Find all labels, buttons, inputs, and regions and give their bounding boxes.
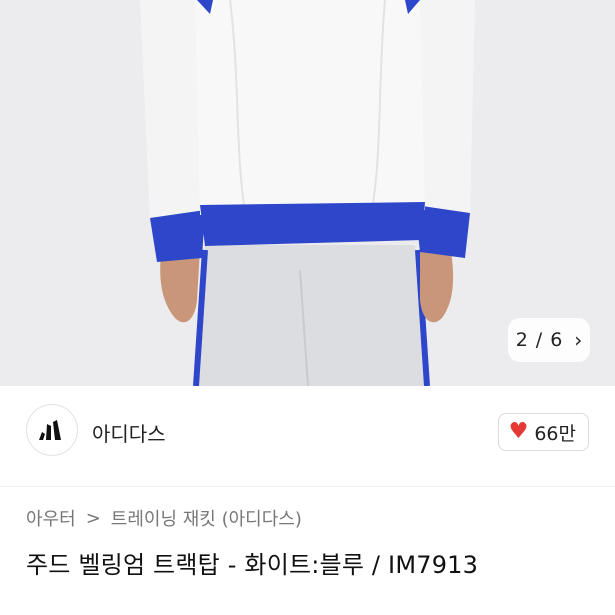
seller-avatar[interactable] (26, 404, 78, 456)
chevron-right-icon[interactable]: › (574, 330, 582, 350)
heart-icon: ♥ (508, 419, 529, 444)
breadcrumb-category[interactable]: 아우터 (26, 505, 76, 531)
like-button[interactable]: ♥ 66만 (497, 413, 589, 451)
breadcrumb-subcategory[interactable]: 트레이닝 재킷 (아디다스) (111, 505, 302, 531)
product-title: 주드 벨링엄 트랙탑 - 화이트:블루 / IM7913 (26, 551, 479, 579)
breadcrumb-separator: > (85, 507, 101, 529)
adidas-logo-icon (39, 420, 61, 440)
breadcrumb: 아우터 > 트레이닝 재킷 (아디다스) (26, 505, 302, 531)
seller-row: 아디다스 ♥ 66만 (0, 386, 615, 487)
seller-name[interactable]: 아디다스 (92, 418, 166, 447)
pager-total: 6 (550, 329, 563, 351)
like-count: 66만 (534, 422, 576, 445)
product-image[interactable]: 2 / 6 › (0, 0, 615, 386)
image-pager[interactable]: 2 / 6 › (508, 318, 590, 362)
pager-separator: / (535, 329, 543, 351)
pager-current: 2 (515, 329, 528, 351)
